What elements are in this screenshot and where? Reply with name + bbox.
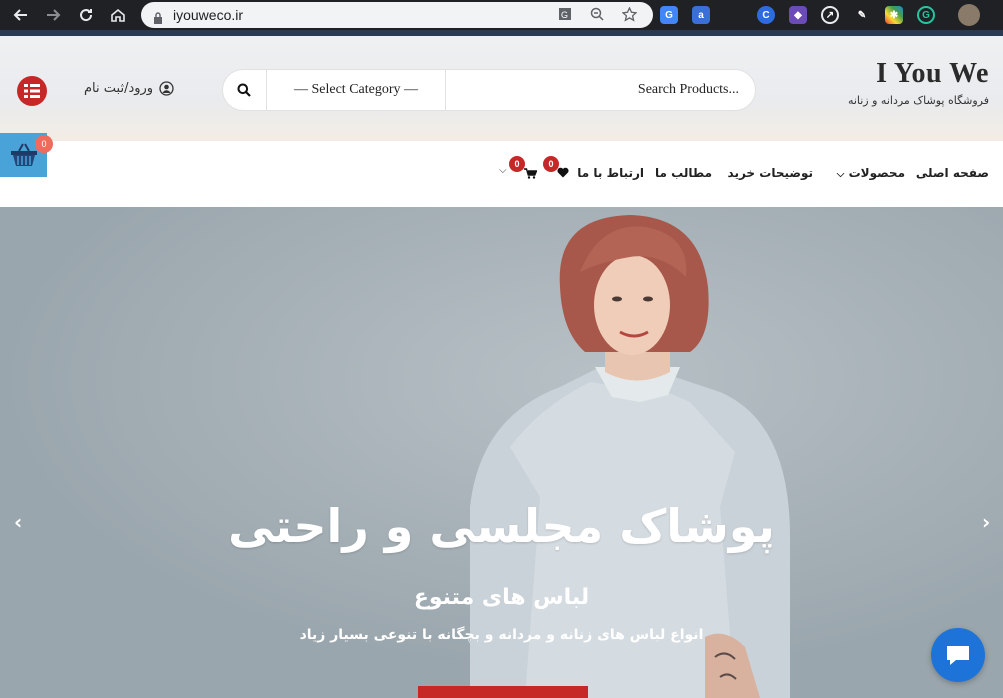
search-button[interactable] [223,70,265,110]
site-header: I You We فروشگاه پوشاک مردانه و زنانه — … [0,36,1003,141]
hero-cta-button[interactable] [418,686,588,698]
svg-text:G: G [561,10,568,20]
grid-menu-icon [24,84,40,98]
translate-icon[interactable]: G [557,6,573,22]
google-translate-ext-icon[interactable]: G [660,6,678,24]
cube-ext-icon[interactable]: ◆ [789,6,807,24]
nav-posts[interactable]: مطالب ما [655,166,712,180]
grammarly-ext-icon[interactable]: G [917,6,935,24]
search-icon [237,83,251,97]
hero-slider: ‹ › پوشاک مجلسی و راحتی لباس های متنوع ا… [0,207,1003,698]
hero-description: انواع لباس های زنانه و مردانه و بچگانه ب… [299,627,704,643]
brand-tagline: فروشگاه پوشاک مردانه و زنانه [847,94,989,107]
bookmark-star-icon[interactable] [621,6,637,22]
category-select[interactable]: — Select Category — [266,70,446,110]
nav-posts-label: مطالب ما [655,166,712,180]
brand-name[interactable]: I You We [848,58,989,90]
cart-count-badge: 0 [509,156,525,172]
nav-purchase-info-label: توضیحات خرید [727,166,813,180]
wishlist-heart-icon[interactable] [557,163,569,182]
address-bar[interactable]: iyouweco.ir [141,2,653,28]
reload-icon[interactable] [75,4,97,26]
hero-subtitle: لباس های متنوع [413,585,590,610]
dictionary-ext-icon[interactable]: a [692,6,710,24]
nav-home[interactable]: صفحه اصلی [916,166,989,180]
search-input[interactable] [447,70,755,110]
nav-contact-label: ارتباط با ما [577,166,644,180]
lock-icon [153,9,163,24]
nav-home-label: صفحه اصلی [915,166,989,180]
menu-button[interactable] [17,76,47,106]
url-text: iyouweco.ir [173,7,244,23]
chat-button[interactable] [931,628,985,682]
chevron-down-icon: ⌵ [836,169,845,180]
basket-icon [10,143,37,166]
user-icon [159,81,174,96]
c-ext-icon[interactable]: C [757,6,775,24]
nav-products[interactable]: محصولات ⌵ [837,166,905,180]
back-icon[interactable] [10,4,32,26]
wishlist-count-badge: 0 [543,156,559,172]
nav-purchase-info[interactable]: توضیحات خرید [728,166,813,180]
cart-dropdown-chevron-icon[interactable]: ⌵ [499,165,507,176]
forward-icon[interactable] [42,4,64,26]
gauge-ext-icon[interactable]: ↗ [821,6,839,24]
color-ext-icon[interactable]: ✱ [885,6,903,24]
hero-title: پوشاک مجلسی و راحتی [228,499,775,553]
cart-icon[interactable] [524,164,538,183]
floating-cart-count-badge: 0 [35,135,53,153]
nav-contact[interactable]: ارتباط با ما [577,166,644,180]
search-form: — Select Category — [222,69,756,111]
hero-model-image [0,207,1003,698]
nav-products-label: محصولات [848,166,905,180]
home-icon[interactable] [107,4,129,26]
login-register-link[interactable]: ورود/ثبت نام [84,81,174,96]
zoom-icon[interactable] [589,6,605,22]
profile-avatar[interactable] [958,4,980,26]
chat-bubble-icon [947,646,969,665]
login-label: ورود/ثبت نام [84,81,154,96]
eyedropper-ext-icon[interactable]: ✎ [853,6,871,24]
browser-toolbar: iyouweco.ir G G a C ◆ ↗ ✎ ✱ G [0,0,1003,30]
brand[interactable]: I You We فروشگاه پوشاک مردانه و زنانه [848,58,989,107]
main-nav: صفحه اصلی محصولات ⌵ توضیحات خرید مطالب م… [0,141,1003,207]
